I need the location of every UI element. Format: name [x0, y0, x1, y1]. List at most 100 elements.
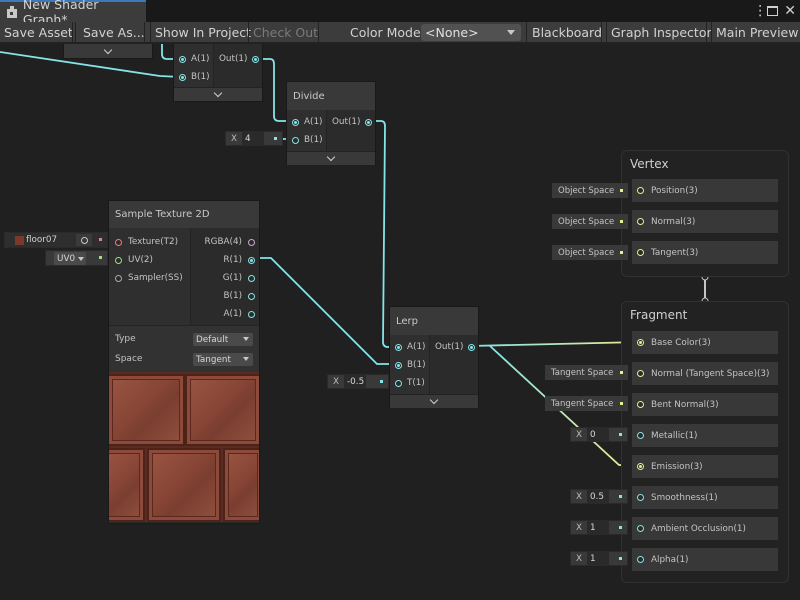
output-port-out[interactable]: Out(1): [219, 50, 260, 68]
field-value-input[interactable]: -0.5: [344, 375, 366, 388]
vertex-context[interactable]: Vertex Position(3) Normal(3) Tangent(3): [621, 150, 789, 277]
texture-object-field[interactable]: floor07: [4, 232, 108, 248]
collapse-button[interactable]: [174, 87, 262, 101]
fragment-block-ambient-occlusion[interactable]: Ambient Occlusion(1): [632, 517, 778, 540]
vertex-block-normal[interactable]: Normal(3): [632, 210, 778, 233]
type-value: Default: [196, 334, 229, 345]
port-label: Out(1): [219, 54, 248, 64]
color-mode-label: Color Mode: [350, 25, 421, 40]
divide-inputs: A(1) B(1): [287, 110, 327, 151]
field-axis-label: X: [575, 429, 583, 440]
close-icon[interactable]: ✕: [784, 3, 796, 19]
collapse-button[interactable]: [287, 151, 375, 165]
metallic-inline-field[interactable]: X 0: [570, 427, 628, 442]
tangent-space-field[interactable]: Object Space: [552, 245, 628, 260]
ambient-occlusion-inline-field[interactable]: X 1: [570, 520, 628, 535]
uv-channel-dropdown[interactable]: UV0: [54, 252, 86, 265]
kebab-menu-icon[interactable]: ⋮: [753, 3, 767, 19]
output-port-b[interactable]: B(1): [223, 287, 255, 305]
blackboard-toggle[interactable]: Blackboard: [528, 22, 606, 43]
bent-normal-space-field[interactable]: Tangent Space: [545, 396, 628, 411]
vertex-block-position[interactable]: Position(3): [632, 179, 778, 202]
output-port-rgba[interactable]: RGBA(4): [205, 233, 255, 251]
target-icon: [80, 236, 88, 244]
smoothness-inline-field[interactable]: X 0.5: [570, 489, 628, 504]
sample-texture-2d-node[interactable]: Sample Texture 2D Texture(T2) UV(2) Samp…: [108, 200, 260, 524]
port-icon: [115, 238, 122, 246]
input-port-uv[interactable]: UV(2): [115, 251, 153, 269]
save-asset-button[interactable]: Save Asset: [0, 22, 77, 43]
output-port-r[interactable]: R(1): [223, 251, 255, 269]
port-icon: [179, 73, 186, 81]
inline-port-dot: [619, 495, 622, 498]
lerp-node[interactable]: Lerp A(1) B(1) T(1) Out(1): [389, 306, 479, 408]
maximize-icon[interactable]: [767, 6, 779, 16]
input-port-b[interactable]: B(1): [395, 356, 426, 374]
color-mode-dropdown[interactable]: <None>: [421, 24, 521, 41]
output-port-out[interactable]: Out(1): [435, 338, 476, 356]
space-dropdown[interactable]: Tangent: [193, 353, 253, 366]
multiply-node[interactable]: A(1) B(1) Out(1): [173, 44, 263, 102]
input-port-b[interactable]: B(1): [292, 131, 323, 149]
field-value-input[interactable]: 4: [242, 132, 264, 145]
input-port-a[interactable]: A(1): [395, 338, 425, 356]
show-in-project-button[interactable]: Show In Project: [151, 22, 255, 43]
fragment-block-metallic[interactable]: Metallic(1): [632, 424, 778, 447]
offscreen-node[interactable]: [63, 44, 153, 59]
collapse-button[interactable]: [390, 394, 478, 408]
position-space-field[interactable]: Object Space: [552, 183, 628, 198]
normal-ts-space-field[interactable]: Tangent Space: [545, 365, 628, 380]
field-axis-label: X: [575, 553, 583, 564]
normal-space-field[interactable]: Object Space: [552, 214, 628, 229]
input-port-a[interactable]: A(1): [179, 50, 209, 68]
input-port-sampler[interactable]: Sampler(SS): [115, 269, 183, 287]
output-port-a[interactable]: A(1): [224, 305, 255, 323]
object-picker-button[interactable]: [76, 234, 92, 246]
input-port-a[interactable]: A(1): [292, 113, 322, 131]
output-port-out[interactable]: Out(1): [332, 113, 373, 131]
graph-inspector-toggle[interactable]: Graph Inspector: [607, 22, 716, 43]
uv-channel-field[interactable]: UV0: [45, 250, 108, 266]
inline-port-dot: [99, 238, 102, 241]
save-as-button[interactable]: Save As...: [79, 22, 149, 43]
vertex-block-tangent[interactable]: Tangent(3): [632, 241, 778, 264]
collapse-button[interactable]: [64, 44, 152, 58]
divide-node[interactable]: Divide A(1) B(1) Out(1): [286, 81, 376, 165]
check-out-button[interactable]: Check Out: [249, 22, 322, 43]
port-label: B(1): [223, 291, 243, 301]
fragment-block-smoothness[interactable]: Smoothness(1): [632, 486, 778, 509]
toolbar-divider: [144, 22, 145, 43]
window-tab[interactable]: New Shader Graph*: [0, 0, 146, 27]
input-port-b[interactable]: B(1): [179, 68, 210, 86]
multiply-outputs: Out(1): [214, 44, 262, 87]
field-value-input[interactable]: 0.5: [587, 490, 609, 503]
field-value-input[interactable]: 1: [587, 552, 609, 565]
block-label: Metallic(1): [651, 430, 698, 441]
divide-b-inline-field[interactable]: X 4: [225, 131, 283, 146]
input-port-t[interactable]: T(1): [395, 374, 425, 392]
port-label: B(1): [407, 360, 426, 370]
fragment-block-normal[interactable]: Normal (Tangent Space)(3): [632, 362, 778, 385]
port-icon: [292, 118, 299, 126]
fragment-block-base-color[interactable]: Base Color(3): [632, 331, 778, 354]
alpha-inline-field[interactable]: X 1: [570, 551, 628, 566]
block-label: Bent Normal(3): [651, 399, 719, 410]
divide-outputs: Out(1): [327, 110, 375, 151]
lerp-t-inline-field[interactable]: X -0.5: [327, 374, 389, 389]
field-value-input[interactable]: 0: [587, 428, 609, 441]
output-port-g[interactable]: G(1): [223, 269, 255, 287]
lerp-inputs: A(1) B(1) T(1): [390, 335, 430, 394]
input-port-texture[interactable]: Texture(T2): [115, 233, 178, 251]
fragment-block-emission[interactable]: Emission(3): [632, 455, 778, 478]
fragment-block-alpha[interactable]: Alpha(1): [632, 548, 778, 571]
toolbar-divider: [706, 22, 707, 43]
type-dropdown[interactable]: Default: [193, 333, 253, 346]
node-title: Lerp: [390, 307, 478, 335]
fragment-block-bent-normal[interactable]: Bent Normal(3): [632, 393, 778, 416]
port-icon: [637, 370, 644, 377]
fragment-context[interactable]: Fragment Base Color(3) Normal (Tangent S…: [621, 301, 789, 583]
title-bar: New Shader Graph* ⋮ ✕: [0, 0, 800, 27]
port-icon: [637, 339, 644, 346]
field-value-input[interactable]: 1: [587, 521, 609, 534]
main-preview-toggle[interactable]: Main Preview: [712, 22, 800, 43]
